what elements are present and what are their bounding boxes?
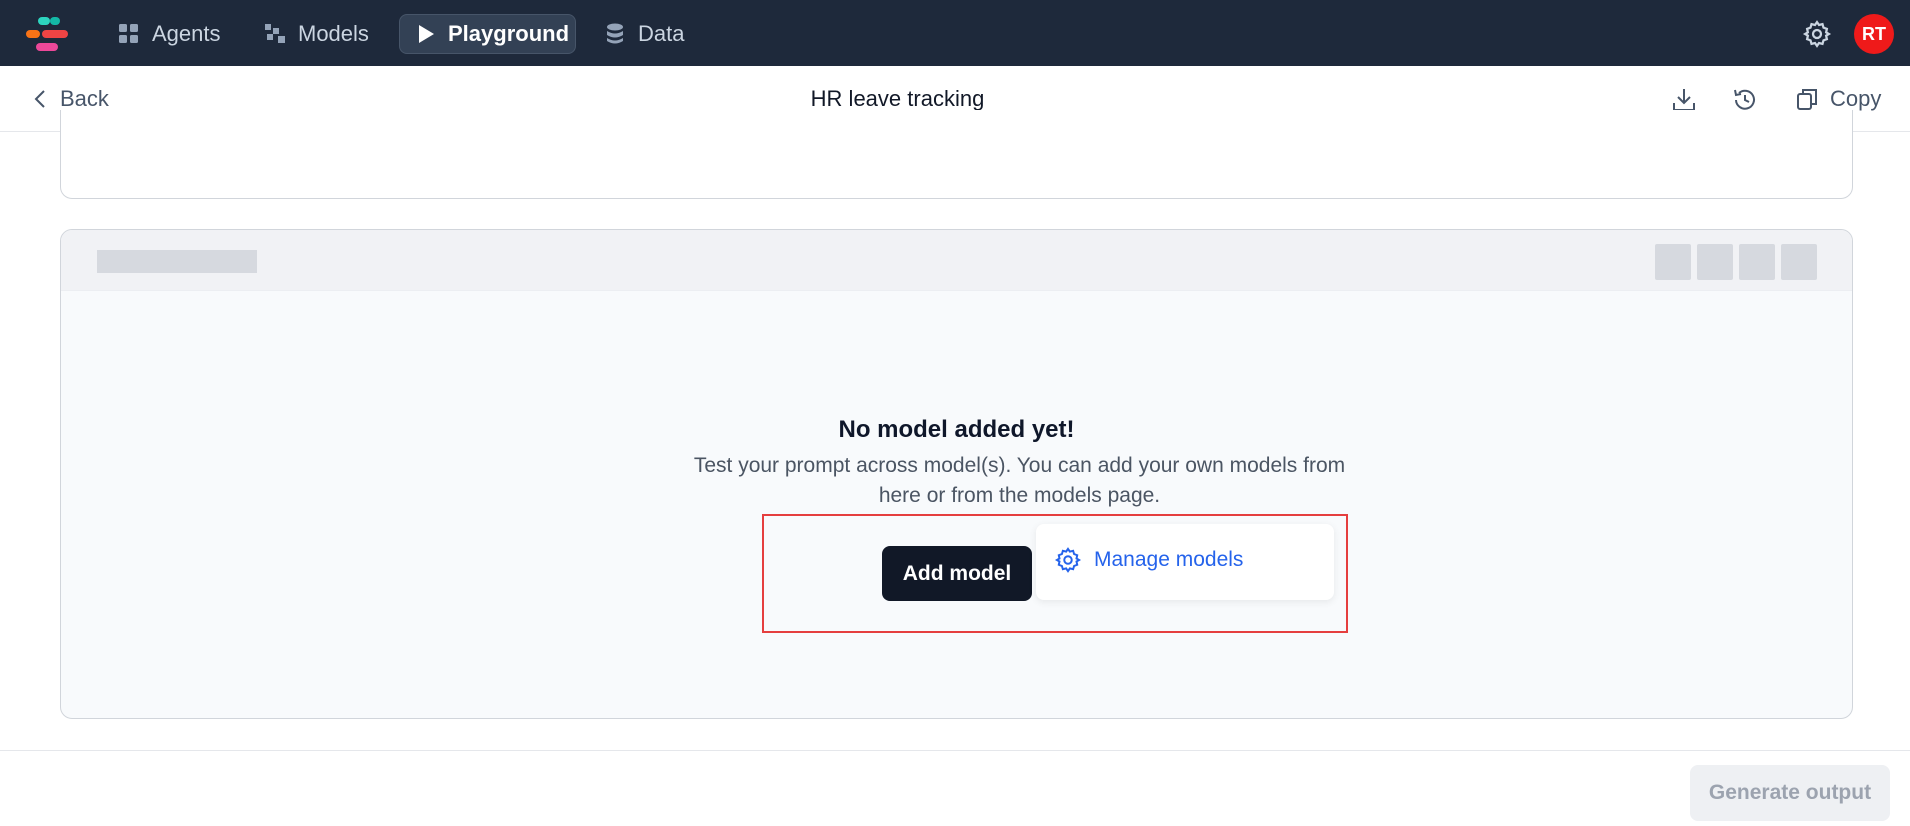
panel-header: [61, 230, 1852, 291]
nav-data-label: Data: [638, 21, 685, 46]
empty-state-title: No model added yet!: [838, 416, 1075, 443]
page-title: HR leave tracking: [810, 86, 985, 111]
skeleton-title: [97, 250, 257, 273]
copy-icon: [1797, 89, 1817, 110]
nav-data[interactable]: Data: [604, 14, 684, 54]
gear-icon[interactable]: [1802, 19, 1832, 49]
nav-playground-label: Playground: [448, 21, 570, 46]
empty-state-description: Test your prompt across model(s). You ca…: [621, 451, 1418, 511]
nav-models[interactable]: Models: [264, 14, 369, 54]
skeleton-button: [1781, 244, 1817, 280]
top-navigation: Agents Models Playground Data RT: [0, 0, 1910, 66]
nav-models-label: Models: [298, 21, 369, 46]
grid-icon: [118, 23, 140, 45]
models-icon: [264, 23, 286, 45]
highlight-annotation: [762, 514, 1348, 633]
app-logo-icon[interactable]: [24, 16, 70, 52]
play-icon: [416, 23, 436, 45]
prompt-card: [60, 110, 1853, 199]
skeleton-button: [1697, 244, 1733, 280]
nav-agents[interactable]: Agents: [118, 14, 221, 54]
nav-agents-label: Agents: [152, 21, 221, 46]
empty-desc-line-2: here or from the models page.: [878, 484, 1161, 507]
skeleton-button: [1739, 244, 1775, 280]
generate-output-button[interactable]: Generate output: [1690, 765, 1890, 821]
nav-playground[interactable]: Playground: [399, 14, 576, 54]
skeleton-button: [1655, 244, 1691, 280]
database-icon: [604, 22, 626, 46]
user-avatar[interactable]: RT: [1854, 14, 1894, 54]
copy-button[interactable]: Copy: [1794, 86, 1881, 112]
footer-bar: Generate output: [0, 750, 1910, 826]
copy-label: Copy: [1830, 86, 1882, 111]
model-panel: No model added yet! Test your prompt acr…: [60, 229, 1853, 719]
empty-desc-line-1: Test your prompt across model(s). You ca…: [693, 454, 1346, 477]
